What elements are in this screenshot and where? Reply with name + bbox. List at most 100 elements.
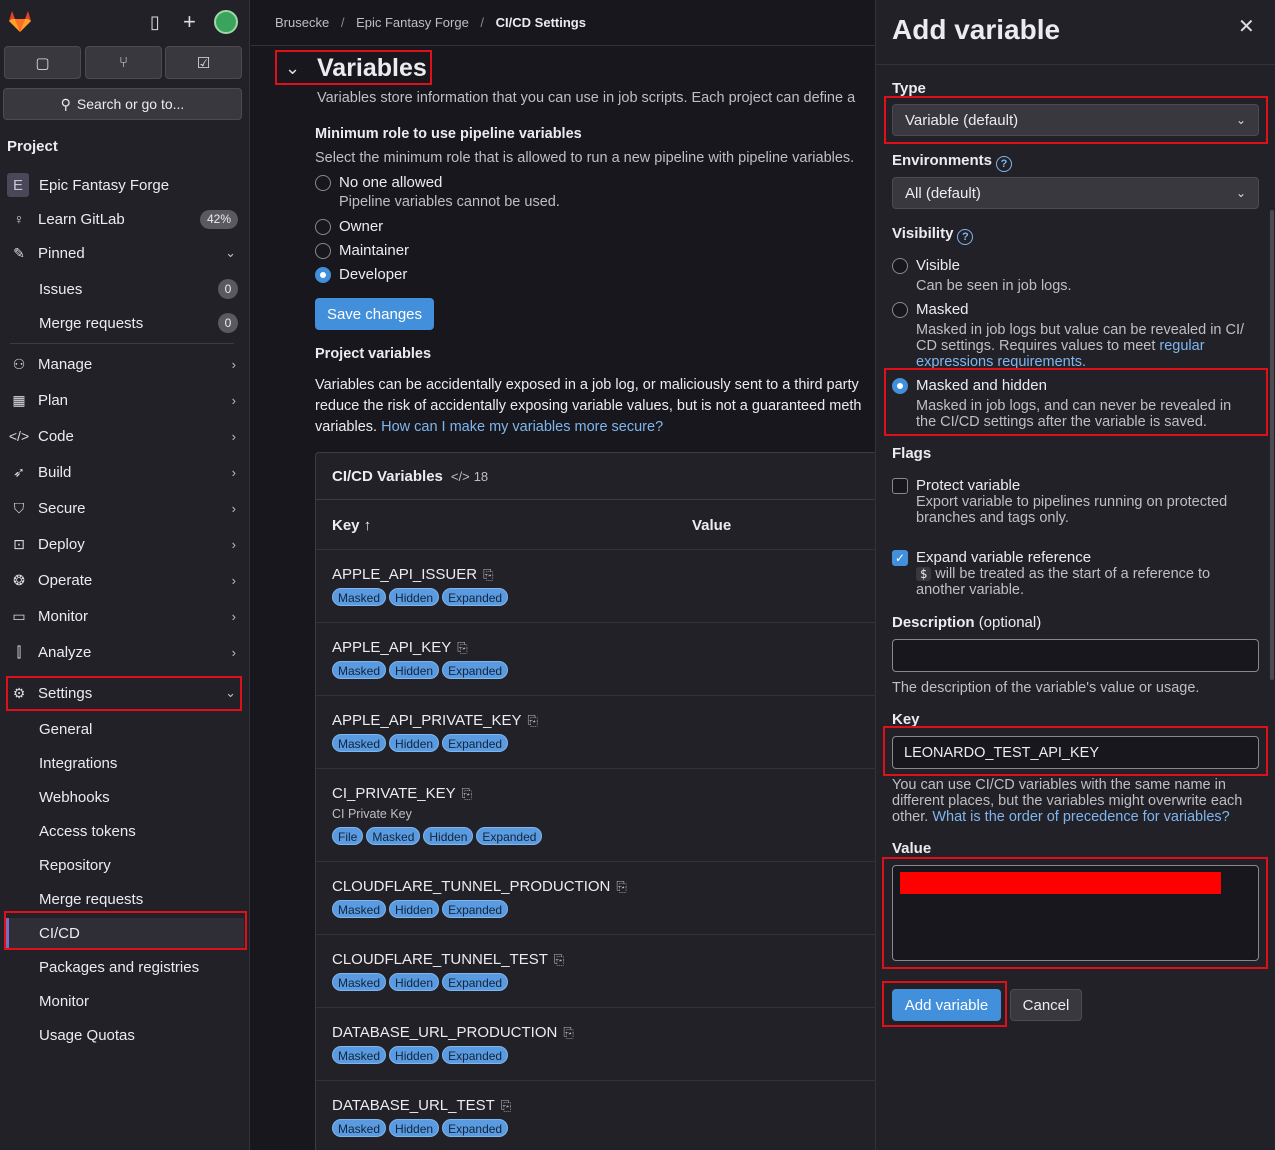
table-row[interactable]: APPLE_API_KEY ⎘ Masked Hidden Expanded [316, 622, 875, 695]
project-avatar: E [7, 173, 29, 197]
status-badge: Hidden [389, 734, 440, 752]
protect-variable-checkbox[interactable] [892, 478, 908, 494]
visibility-label-text: Visibility [892, 225, 954, 242]
sidebar-item-cicd[interactable]: CI/CD [39, 925, 80, 942]
merge-requests-shortcut-button[interactable]: ⑂ [85, 46, 162, 79]
radio-masked-hidden[interactable] [892, 378, 908, 394]
sidebar-item-general[interactable]: General [39, 721, 92, 738]
variable-badges: Masked Hidden Expanded [332, 1046, 509, 1064]
precedence-link[interactable]: What is the order of precedence for vari… [932, 809, 1229, 825]
radio-no-one[interactable] [315, 174, 331, 191]
breadcrumb-project[interactable]: Epic Fantasy Forge [356, 15, 469, 30]
masked-label[interactable]: Masked [916, 301, 969, 318]
avatar[interactable] [214, 10, 238, 34]
copy-icon[interactable]: ⎘ [563, 1025, 573, 1040]
sidebar-item-operate[interactable]: ❂ Operate › [0, 566, 250, 594]
role-option-maintainer[interactable]: Maintainer [315, 242, 409, 259]
sidebar-item-access-tokens[interactable]: Access tokens [39, 823, 136, 840]
sidebar-item-deploy[interactable]: ⊡ Deploy › [0, 530, 250, 558]
help-icon[interactable]: ? [996, 156, 1013, 172]
add-variable-button[interactable]: Add variable [892, 989, 1001, 1021]
expand-variable-label[interactable]: Expand variable reference [916, 549, 1091, 566]
collapse-chevron-icon[interactable]: ⌄ [285, 58, 300, 79]
role-option-developer[interactable]: Developer [315, 266, 407, 283]
visible-label[interactable]: Visible [916, 257, 960, 274]
table-row[interactable]: DATABASE_URL_TEST ⎘ Masked Hidden Expanded [316, 1080, 875, 1150]
copy-icon[interactable]: ⎘ [528, 713, 538, 728]
sidebar-item-secure[interactable]: ⛉ Secure › [0, 494, 250, 522]
masked-hidden-label[interactable]: Masked and hidden [916, 377, 1047, 394]
copy-icon[interactable]: ⎘ [501, 1098, 511, 1113]
sidebar-item-analyze[interactable]: ⫿ Analyze › [0, 638, 250, 666]
breadcrumb-current[interactable]: CI/CD Settings [496, 15, 586, 30]
secure-variables-link[interactable]: How can I make my variables more secure? [381, 419, 663, 435]
radio-developer[interactable] [315, 266, 331, 283]
column-header-key[interactable]: Key ↑ [332, 517, 371, 534]
type-select[interactable]: Variable (default) ⌄ [892, 104, 1259, 136]
redacted-value [900, 872, 1221, 894]
sidebar-item-integrations[interactable]: Integrations [39, 755, 117, 772]
protect-variable-label[interactable]: Protect variable [916, 477, 1020, 494]
sidebar-item-usage-quotas[interactable]: Usage Quotas [39, 1027, 135, 1044]
cancel-button[interactable]: Cancel [1010, 989, 1082, 1021]
table-row[interactable]: DATABASE_URL_PRODUCTION ⎘ Masked Hidden Expa… [316, 1007, 875, 1080]
expand-variable-checkbox[interactable]: ✓ [892, 550, 908, 566]
close-icon[interactable]: ✕ [1238, 14, 1255, 39]
sidebar-item-build[interactable]: ➶ Build › [0, 458, 250, 486]
help-icon[interactable]: ? [957, 229, 974, 245]
create-new-icon[interactable]: + [183, 9, 196, 35]
role-option-none[interactable]: No one allowed [315, 174, 442, 191]
radio-owner[interactable] [315, 218, 331, 235]
sidebar-project-link[interactable]: E Epic Fantasy Forge [0, 171, 250, 199]
sidebar-item-pinned-issues[interactable]: Issues 0 [0, 275, 250, 303]
copy-icon[interactable]: ⎘ [616, 879, 626, 894]
role-option-owner[interactable]: Owner [315, 218, 383, 235]
radio-maintainer[interactable] [315, 242, 331, 259]
sidebar-item-pinned[interactable]: ✎ Pinned ⌄ [0, 239, 250, 267]
status-badge: Hidden [389, 588, 440, 606]
radio-masked[interactable] [892, 302, 908, 318]
copy-icon[interactable]: ⎘ [554, 952, 564, 967]
regex-requirements-link[interactable]: regular [1159, 338, 1204, 354]
sidebar-item-packages[interactable]: Packages and registries [39, 959, 199, 976]
sidebar-item-code[interactable]: </> Code › [0, 422, 250, 450]
issues-shortcut-button[interactable]: ▢ [4, 46, 81, 79]
sidebar-item-settings[interactable]: ⚙ Settings ⌄ [0, 679, 250, 707]
copy-icon[interactable]: ⎘ [462, 786, 472, 801]
description-input[interactable] [892, 639, 1259, 672]
sidebar-toggle-icon[interactable]: ▯ [150, 12, 160, 33]
sidebar-item-monitor[interactable]: ▭ Monitor › [0, 602, 250, 630]
sidebar-item-settings-monitor[interactable]: Monitor [39, 993, 89, 1010]
sidebar-item-webhooks[interactable]: Webhooks [39, 789, 110, 806]
search-button[interactable]: ⚲ Search or go to... [3, 88, 242, 120]
environments-select[interactable]: All (default) ⌄ [892, 177, 1259, 209]
save-changes-button[interactable]: Save changes [315, 298, 434, 330]
sidebar-item-learn-gitlab[interactable]: ♀ Learn GitLab 42% [0, 205, 250, 233]
table-row[interactable]: APPLE_API_PRIVATE_KEY ⎘ Masked Hidden Expand… [316, 695, 875, 768]
copy-icon[interactable]: ⎘ [483, 567, 493, 582]
sidebar-item-plan[interactable]: ▦ Plan › [0, 386, 250, 414]
copy-icon[interactable]: ⎘ [457, 640, 467, 655]
key-input[interactable]: LEONARDO_TEST_API_KEY [892, 736, 1259, 769]
radio-visible[interactable] [892, 258, 908, 274]
table-row[interactable]: CLOUDFLARE_TUNNEL_TEST ⎘ Masked Hidden Expan… [316, 934, 875, 1007]
mr-count-badge: 0 [218, 313, 238, 333]
value-textarea[interactable] [892, 865, 1259, 961]
table-row[interactable]: CLOUDFLARE_TUNNEL_PRODUCTION ⎘ Masked Hidde… [316, 861, 875, 934]
section-title[interactable]: Variables [317, 54, 427, 83]
sidebar-item-manage[interactable]: ⚇ Manage › [0, 350, 250, 378]
drawer-scrollbar[interactable] [1270, 210, 1274, 680]
chevron-down-icon: ⌄ [225, 245, 236, 260]
sidebar-item-merge-requests[interactable]: Merge requests [39, 891, 143, 908]
sidebar-item-repository[interactable]: Repository [39, 857, 111, 874]
gitlab-logo-icon[interactable] [7, 8, 33, 34]
chevron-down-icon: ⌄ [225, 685, 236, 700]
help-line: the CI/CD settings after the variable is… [916, 414, 1207, 430]
todos-shortcut-button[interactable]: ☑ [165, 46, 242, 79]
table-row[interactable]: CI_PRIVATE_KEY ⎘ CI Private Key File Masked H… [316, 768, 875, 861]
project-variables-description: Variables can be accidentally exposed in… [315, 375, 862, 438]
breadcrumb-group[interactable]: Brusecke [275, 15, 329, 30]
table-row[interactable]: APPLE_API_ISSUER ⎘ Masked Hidden Expanded [316, 549, 875, 622]
sidebar-item-pinned-merge-requests[interactable]: Merge requests 0 [0, 309, 250, 337]
search-label: Search or go to... [76, 96, 185, 112]
